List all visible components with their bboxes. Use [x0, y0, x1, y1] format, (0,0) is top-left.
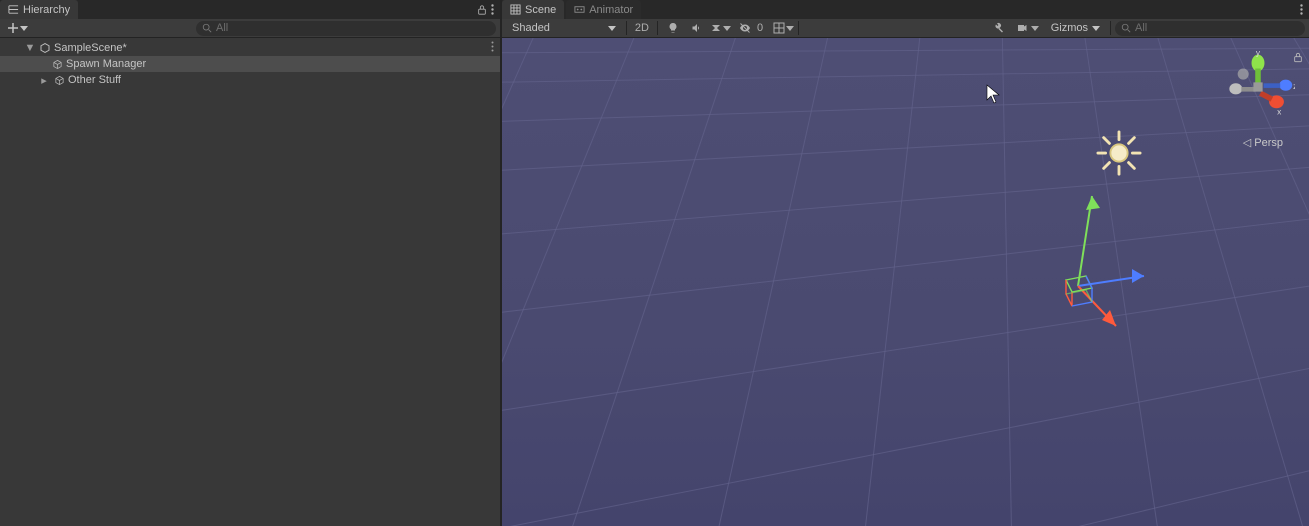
grid-icon [773, 22, 785, 34]
scene-row[interactable]: ▼ SampleScene* [0, 40, 500, 56]
hierarchy-tab-label: Hierarchy [23, 4, 70, 16]
move-tool-gizmo[interactable] [1044, 168, 1184, 341]
audio-icon [691, 22, 703, 34]
hidden-count-label: 0 [754, 22, 766, 34]
eye-off-icon [738, 22, 752, 34]
hierarchy-search[interactable] [196, 21, 496, 36]
scene-viewport[interactable]: y x z [502, 38, 1309, 526]
scene-name-label: SampleScene* [54, 42, 127, 54]
scene-search[interactable] [1115, 21, 1305, 36]
plus-icon [8, 23, 18, 33]
projection-mode-text: Persp [1254, 137, 1283, 149]
chevron-down-icon [723, 26, 731, 31]
toggle-2d-label: 2D [632, 22, 652, 34]
gameobject-label: Other Stuff [68, 74, 121, 86]
scene-toolbar: Shaded 2D 0 [502, 19, 1309, 38]
gizmos-dropdown[interactable]: Gizmos [1045, 22, 1106, 34]
foldout-icon[interactable]: ▼ [24, 42, 36, 54]
scene-grid-icon [510, 4, 521, 15]
tools-button[interactable] [987, 20, 1009, 36]
lightbulb-icon [667, 22, 679, 34]
gameobject-row[interactable]: ▸ Other Stuff [0, 72, 500, 88]
axis-x-label: x [1277, 107, 1282, 117]
shading-mode-label: Shaded [512, 22, 550, 34]
hierarchy-icon [8, 4, 19, 15]
ground-grid [502, 38, 1309, 526]
fx-icon [710, 22, 722, 34]
grid-snap-button[interactable] [772, 20, 794, 36]
panel-menu-icon[interactable] [1300, 4, 1303, 15]
animator-icon [574, 4, 585, 15]
toggle-2d-button[interactable]: 2D [631, 20, 653, 36]
hierarchy-search-input[interactable] [216, 22, 490, 34]
scene-fx-button[interactable] [710, 20, 732, 36]
axis-z-label: z [1293, 81, 1295, 91]
scene-tab-bar: Scene Animator [502, 0, 1309, 19]
chevron-down-icon [786, 26, 794, 31]
scene-tab[interactable]: Scene [502, 0, 564, 19]
projection-mode-label[interactable]: ◁Persp [1243, 136, 1283, 149]
camera-button[interactable] [1011, 20, 1043, 36]
gameobject-icon [52, 75, 66, 86]
camera-icon [1015, 22, 1029, 34]
hierarchy-tab-bar: Hierarchy [0, 0, 500, 19]
gizmo-lock-icon[interactable] [1293, 52, 1303, 66]
gameobject-row[interactable]: Spawn Manager [0, 56, 500, 72]
chevron-down-icon [20, 26, 28, 31]
search-icon [1121, 23, 1131, 33]
foldout-icon[interactable]: ▸ [38, 74, 50, 87]
chevron-down-icon [1031, 26, 1039, 31]
shading-mode-dropdown[interactable]: Shaded [506, 20, 622, 36]
panel-menu-icon[interactable] [491, 4, 494, 15]
chevron-down-icon [608, 26, 616, 31]
hierarchy-tab[interactable]: Hierarchy [0, 0, 78, 19]
gameobject-icon [50, 59, 64, 70]
hidden-objects-button[interactable]: 0 [734, 20, 770, 36]
unity-scene-icon [38, 42, 52, 54]
orientation-gizmo[interactable]: y x z [1221, 50, 1295, 127]
animator-tab-label: Animator [589, 4, 633, 16]
hierarchy-toolbar [0, 19, 500, 38]
chevron-down-icon [1092, 26, 1100, 31]
scene-audio-button[interactable] [686, 20, 708, 36]
lock-icon[interactable] [477, 5, 487, 15]
animator-tab[interactable]: Animator [566, 0, 641, 19]
create-button[interactable] [4, 23, 32, 33]
scene-tab-label: Scene [525, 4, 556, 16]
scene-panel: Scene Animator Shaded 2D [502, 0, 1309, 526]
search-icon [202, 23, 212, 33]
mouse-cursor-icon [986, 84, 1000, 107]
scene-search-input[interactable] [1135, 22, 1299, 34]
gameobject-label: Spawn Manager [66, 58, 146, 70]
scene-lighting-button[interactable] [662, 20, 684, 36]
gizmos-label: Gizmos [1051, 22, 1088, 34]
tools-icon [992, 22, 1004, 34]
hierarchy-tree: ▼ SampleScene* Spawn Manager [0, 38, 500, 526]
scene-row-menu-icon[interactable] [491, 41, 500, 55]
hierarchy-panel: Hierarchy [0, 0, 502, 526]
